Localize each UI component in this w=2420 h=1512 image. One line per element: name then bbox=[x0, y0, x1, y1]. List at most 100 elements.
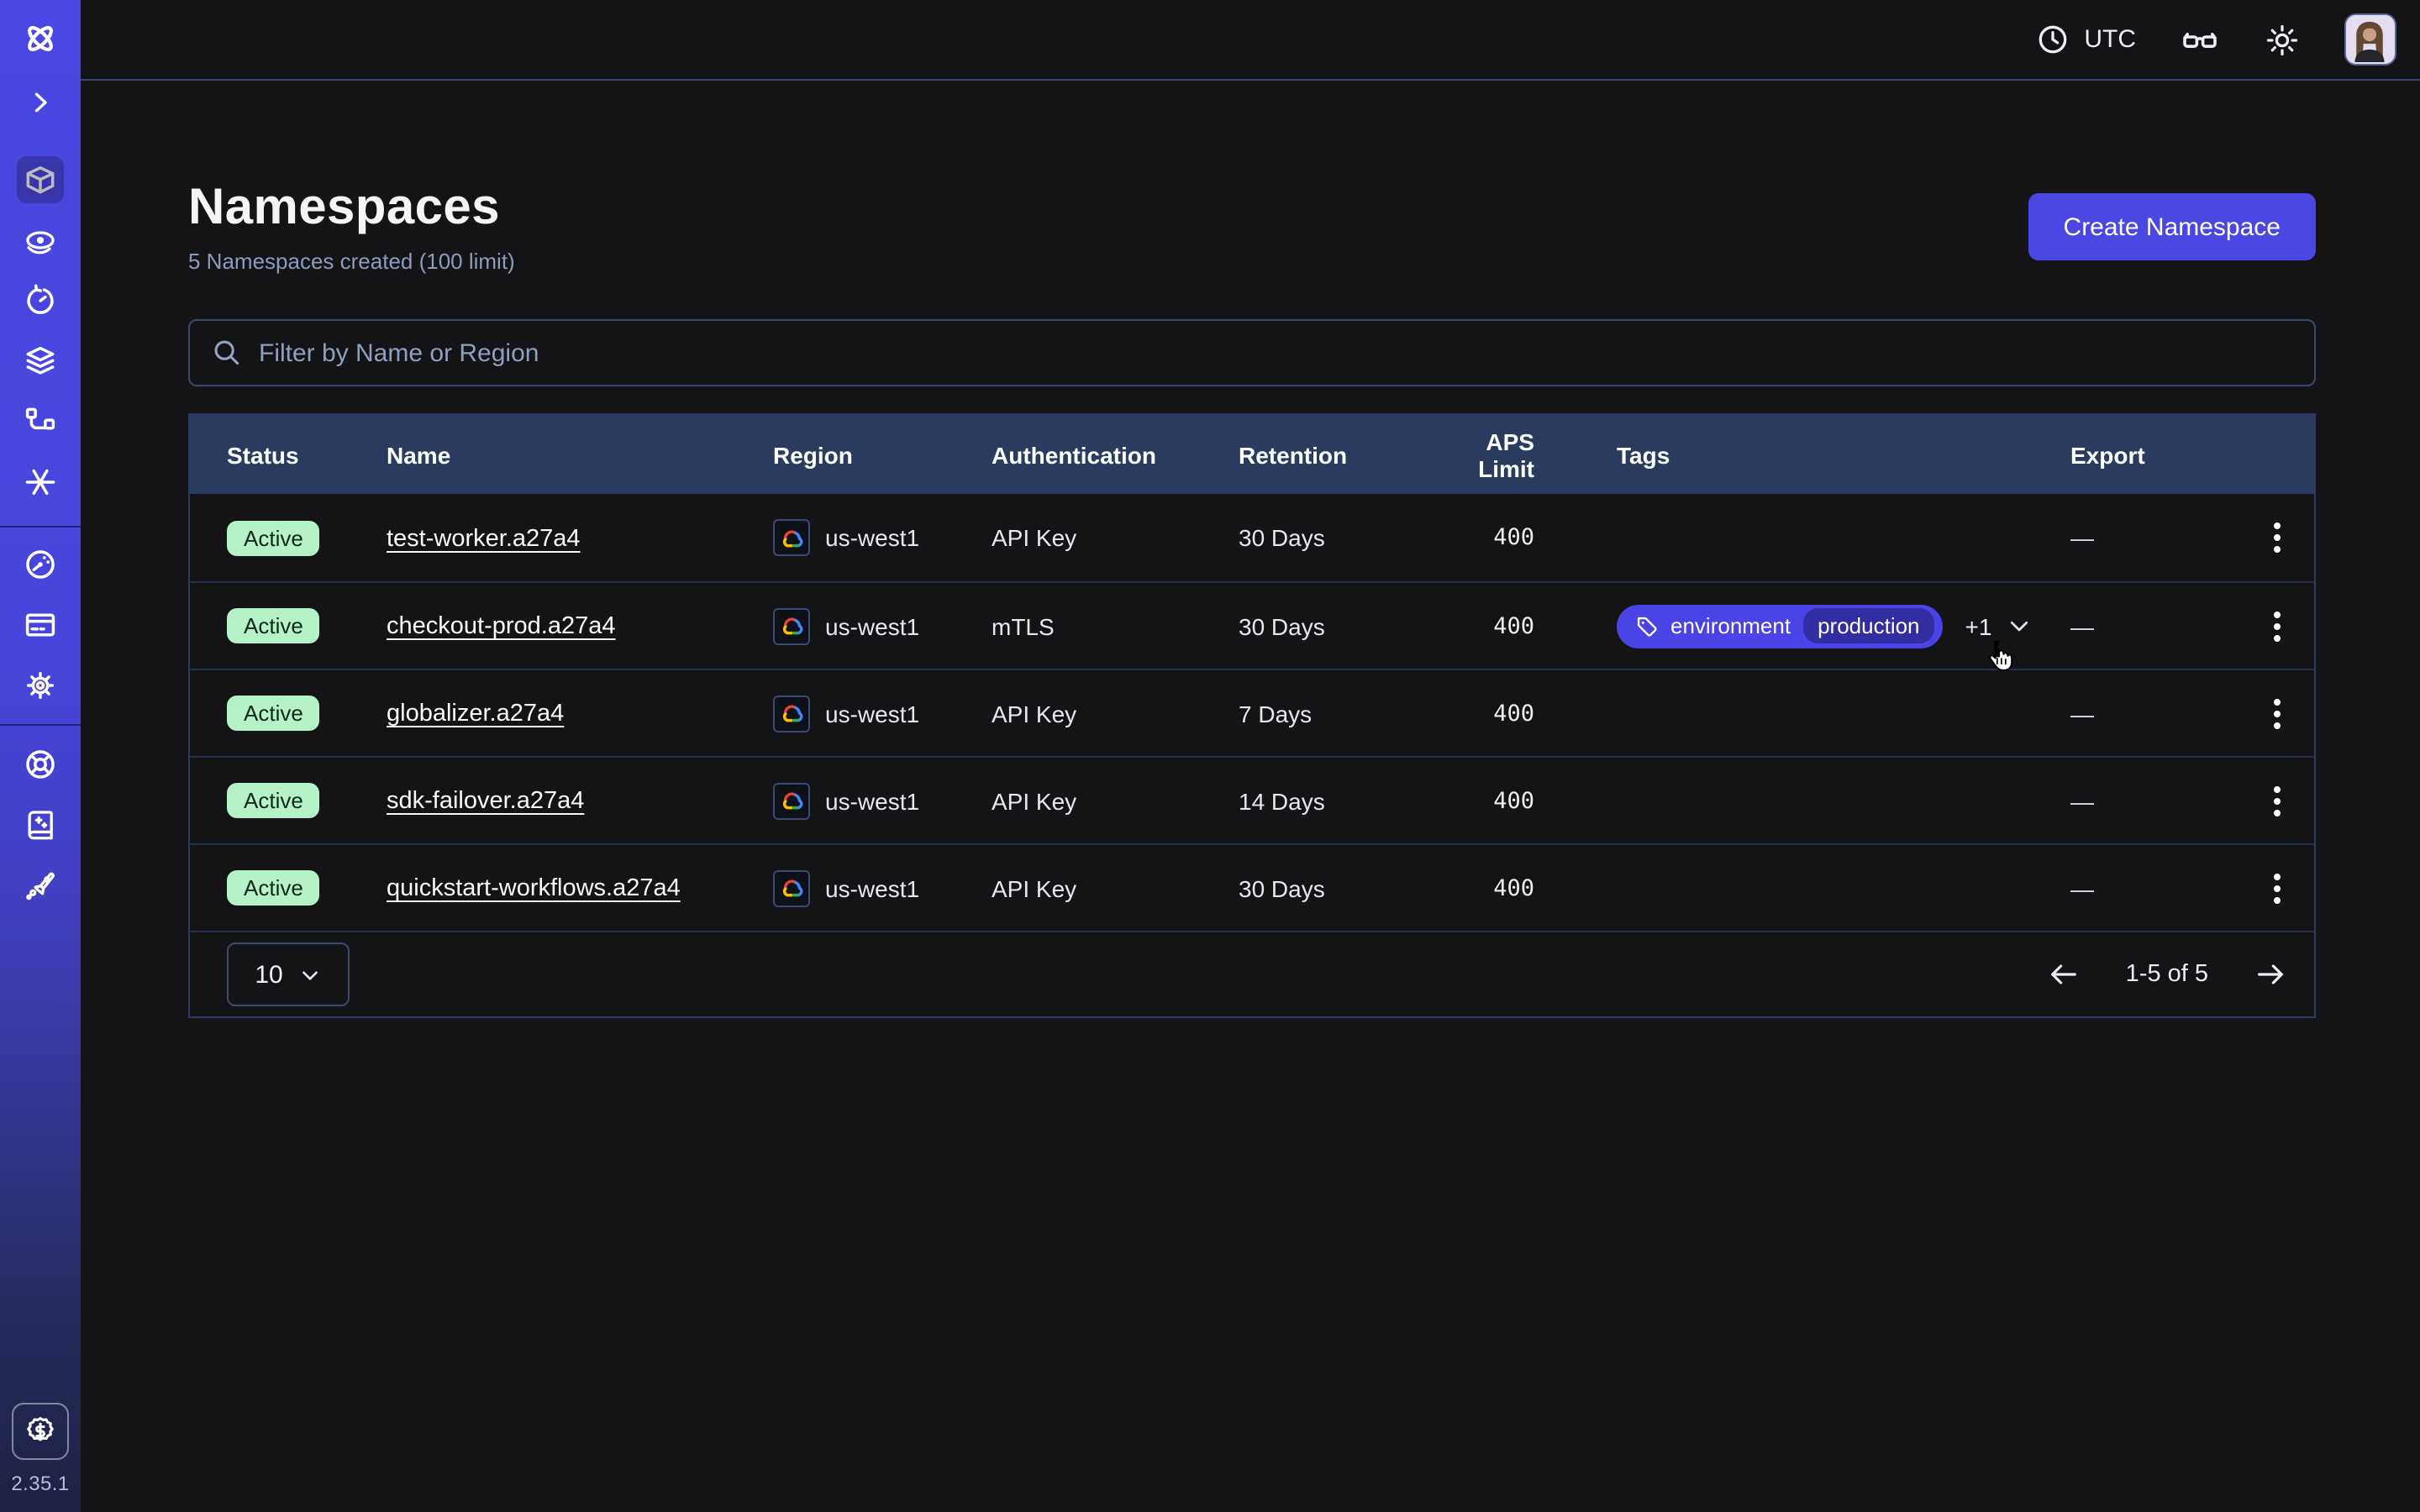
authentication-cell: API Key bbox=[992, 524, 1239, 551]
prev-page-button[interactable] bbox=[2047, 958, 2081, 991]
retention-cell: 7 Days bbox=[1239, 700, 1430, 727]
page-size-value: 10 bbox=[255, 960, 282, 989]
region-label: us-west1 bbox=[825, 787, 919, 814]
main-content: Namespaces 5 Namespaces created (100 lim… bbox=[81, 82, 2420, 1512]
sidebar-item-upgrade-plan[interactable] bbox=[12, 1403, 69, 1460]
sidebar-item-schedules[interactable] bbox=[0, 270, 81, 331]
table-row[interactable]: Active checkout-prod.a27a4 us-west1 mTLS… bbox=[190, 581, 2314, 669]
nexus-asterisk-icon bbox=[22, 464, 59, 501]
table-row[interactable]: Active test-worker.a27a4 us-west1 API Ke… bbox=[190, 494, 2314, 581]
deployments-layers-icon bbox=[22, 343, 59, 380]
timezone-label: UTC bbox=[2084, 25, 2136, 54]
sidebar-item-usage[interactable] bbox=[0, 534, 81, 595]
authentication-cell: API Key bbox=[992, 874, 1239, 901]
retention-cell: 30 Days bbox=[1239, 524, 1430, 551]
export-cell: — bbox=[2070, 787, 2259, 814]
sidebar-expand-button[interactable] bbox=[0, 82, 81, 123]
getting-started-rocket-icon bbox=[22, 867, 59, 904]
sidebar-item-support[interactable] bbox=[0, 734, 81, 795]
region-label: us-west1 bbox=[825, 612, 919, 639]
app-version: 2.35.1 bbox=[11, 1472, 69, 1495]
aps-limit-cell: 400 bbox=[1430, 700, 1534, 727]
column-header-status: Status bbox=[227, 441, 387, 468]
column-header-retention: Retention bbox=[1239, 441, 1430, 468]
authentication-cell: mTLS bbox=[992, 612, 1239, 639]
export-cell: — bbox=[2070, 612, 2259, 639]
tag-icon bbox=[1635, 614, 1659, 638]
temporal-logo bbox=[20, 18, 60, 59]
aps-limit-cell: 400 bbox=[1430, 787, 1534, 814]
kebab-menu-button[interactable] bbox=[2267, 604, 2287, 648]
column-header-export: Export bbox=[2070, 441, 2259, 468]
tag-pill[interactable]: environment production bbox=[1617, 604, 1944, 648]
sidebar-item-docs[interactable] bbox=[0, 795, 81, 855]
authentication-cell: API Key bbox=[992, 700, 1239, 727]
export-cell: — bbox=[2070, 874, 2259, 901]
schedules-timer-icon bbox=[22, 282, 59, 319]
promo-dollar-badge-icon bbox=[22, 1413, 59, 1450]
namespace-link[interactable]: quickstart-workflows.a27a4 bbox=[387, 875, 681, 902]
export-cell: — bbox=[2070, 524, 2259, 551]
column-header-tags: Tags bbox=[1534, 441, 2070, 468]
topbar: UTC bbox=[81, 0, 2420, 81]
page-subtitle: 5 Namespaces created (100 limit) bbox=[188, 249, 515, 274]
sidebar-item-settings[interactable] bbox=[0, 655, 81, 716]
sidebar-item-monitors[interactable] bbox=[0, 210, 81, 270]
table-row[interactable]: Active quickstart-workflows.a27a4 us-wes… bbox=[190, 843, 2314, 931]
table-footer: 10 1-5 of 5 bbox=[190, 931, 2314, 1016]
aps-limit-cell: 400 bbox=[1430, 612, 1534, 639]
sidebar-item-getting-started[interactable] bbox=[0, 855, 81, 916]
column-header-name: Name bbox=[387, 441, 773, 468]
user-avatar[interactable] bbox=[2344, 13, 2396, 66]
sidebar-item-namespaces[interactable] bbox=[0, 150, 81, 210]
search-input[interactable] bbox=[259, 339, 2292, 367]
namespace-link[interactable]: globalizer.a27a4 bbox=[387, 701, 564, 727]
timezone-selector[interactable]: UTC bbox=[2035, 22, 2136, 57]
filter-searchbox bbox=[188, 319, 2316, 386]
aps-limit-cell: 400 bbox=[1430, 874, 1534, 901]
table-body: Active test-worker.a27a4 us-west1 API Ke… bbox=[190, 494, 2314, 931]
light-mode-sun-icon[interactable] bbox=[2264, 21, 2301, 58]
status-badge: Active bbox=[227, 608, 320, 643]
page-size-select[interactable]: 10 bbox=[227, 942, 350, 1006]
namespace-link[interactable]: sdk-failover.a27a4 bbox=[387, 788, 584, 815]
next-page-button[interactable] bbox=[2254, 958, 2287, 991]
monitors-eye-icon bbox=[22, 222, 59, 259]
export-cell: — bbox=[2070, 700, 2259, 727]
sidebar-item-billing[interactable] bbox=[0, 595, 81, 655]
sidebar-item-workflows[interactable] bbox=[0, 391, 81, 452]
authentication-cell: API Key bbox=[992, 787, 1239, 814]
table-row[interactable]: Active sdk-failover.a27a4 us-west1 API K… bbox=[190, 756, 2314, 843]
create-namespace-button[interactable]: Create Namespace bbox=[2028, 193, 2316, 260]
retention-cell: 30 Days bbox=[1239, 874, 1430, 901]
tag-key: environment bbox=[1670, 613, 1791, 638]
google-cloud-icon bbox=[773, 695, 810, 732]
namespaces-table: Status Name Region Authentication Retent… bbox=[188, 413, 2316, 1018]
column-header-aps-limit: APS Limit bbox=[1430, 428, 1534, 481]
usage-gauge-icon bbox=[22, 546, 59, 583]
sidebar-item-deployments[interactable] bbox=[0, 331, 81, 391]
region-label: us-west1 bbox=[825, 700, 919, 727]
kebab-menu-button[interactable] bbox=[2267, 516, 2287, 559]
table-row[interactable]: Active globalizer.a27a4 us-west1 API Key… bbox=[190, 669, 2314, 756]
expand-chevron-icon bbox=[25, 87, 55, 118]
sidebar-divider bbox=[0, 724, 81, 726]
namespace-link[interactable]: test-worker.a27a4 bbox=[387, 525, 581, 552]
kebab-menu-button[interactable] bbox=[2267, 779, 2287, 822]
sidebar-item-home[interactable] bbox=[0, 13, 81, 64]
page-title: Namespaces bbox=[188, 180, 515, 237]
namespace-link[interactable]: checkout-prod.a27a4 bbox=[387, 613, 616, 640]
tag-more-count[interactable]: +1 bbox=[1965, 612, 1992, 639]
docs-book-icon bbox=[22, 806, 59, 843]
chevron-down-icon[interactable] bbox=[2007, 613, 2032, 638]
kebab-menu-button[interactable] bbox=[2267, 691, 2287, 735]
reader-glasses-icon[interactable] bbox=[2180, 19, 2220, 60]
status-badge: Active bbox=[227, 783, 320, 818]
aps-limit-cell: 400 bbox=[1430, 524, 1534, 551]
status-badge: Active bbox=[227, 696, 320, 731]
support-lifebuoy-icon bbox=[22, 746, 59, 783]
kebab-menu-button[interactable] bbox=[2267, 866, 2287, 910]
region-label: us-west1 bbox=[825, 874, 919, 901]
tags-group: environment production +1 bbox=[1617, 604, 2070, 648]
sidebar-item-nexus[interactable] bbox=[0, 452, 81, 512]
